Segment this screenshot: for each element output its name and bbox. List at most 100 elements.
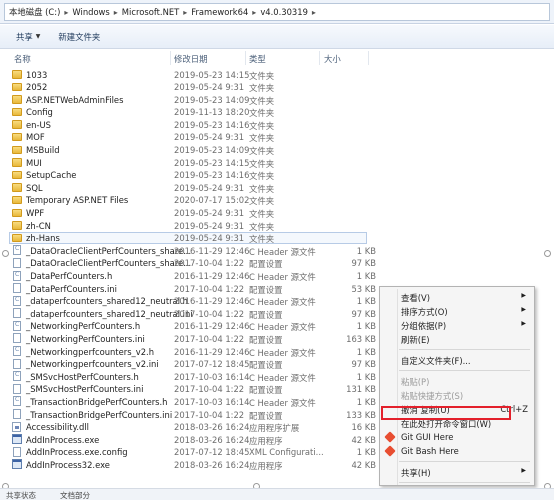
menu-item[interactable]: 自定义文件夹(F)... bbox=[382, 353, 532, 367]
file-name: 2052 bbox=[26, 82, 48, 93]
file-row[interactable]: MOF 2019-05-24 9:31 文件夹 bbox=[0, 131, 380, 144]
folder-icon bbox=[12, 208, 22, 218]
file-date: 2016-11-29 12:46 bbox=[174, 245, 250, 256]
file-name: Temporary ASP.NET Files bbox=[26, 195, 129, 206]
file-row[interactable]: _DataOracleClientPerfCounters_share...20… bbox=[0, 244, 380, 257]
file-date: 2019-05-23 14:15 bbox=[174, 69, 250, 80]
file-name: AddInProcess32.exe bbox=[26, 459, 110, 470]
column-name[interactable]: 名称 bbox=[14, 53, 31, 65]
file-date: 2019-05-23 14:15 bbox=[174, 157, 250, 168]
file-date: 2019-05-24 9:31 bbox=[174, 182, 245, 193]
file-date: 2017-07-12 18:45 bbox=[174, 359, 250, 370]
chevron-right-icon[interactable]: ▸ bbox=[64, 8, 68, 17]
menu-item[interactable]: Git Bash Here bbox=[382, 444, 532, 458]
file-row[interactable]: zh-Hans 2019-05-24 9:31 文件夹 bbox=[0, 231, 380, 245]
share-button[interactable]: 共享 ▼ bbox=[16, 31, 40, 43]
breadcrumb-item[interactable]: Microsoft.NET bbox=[122, 7, 179, 17]
selection-handle[interactable] bbox=[544, 250, 551, 257]
column-type[interactable]: 类型 bbox=[249, 53, 266, 65]
file-date: 2016-11-29 12:46 bbox=[174, 271, 250, 281]
file-row[interactable]: _SMSvcHostPerfCounters.ini 2017-10-04 1:2… bbox=[0, 383, 380, 396]
file-name: _TransactionBridgePerfCounters.h bbox=[26, 396, 168, 407]
file-date: 2016-11-29 12:46 bbox=[174, 346, 250, 357]
menu-item-label: 查看(V) bbox=[401, 293, 431, 303]
file-row[interactable]: _dataperfcounters_shared12_neutral.ini 20… bbox=[0, 307, 380, 320]
breadcrumb-item[interactable]: v4.0.30319 bbox=[260, 7, 308, 17]
file-size: 1 KB bbox=[356, 271, 376, 281]
column-date[interactable]: 修改日期 bbox=[174, 53, 208, 65]
file-row[interactable]: SQL 2019-05-24 9:31 文件夹 bbox=[0, 181, 380, 194]
file-row[interactable]: MSBuild 2019-05-23 14:09 文件夹 bbox=[0, 144, 380, 157]
file-size: 163 KB bbox=[346, 333, 376, 344]
menu-item[interactable]: 刷新(E) bbox=[382, 332, 532, 346]
file-row[interactable]: _NetworkingPerfCounters.ini 2017-10-04 1:… bbox=[0, 332, 380, 345]
menu-item-label: Git Bash Here bbox=[401, 446, 459, 456]
chevron-right-icon[interactable]: ▸ bbox=[252, 8, 256, 17]
selection-handle[interactable] bbox=[2, 250, 9, 257]
file-name: _DataPerfCounters.h bbox=[26, 271, 113, 281]
file-size: 97 KB bbox=[351, 258, 376, 269]
file-row[interactable]: Temporary ASP.NET Files 2020-07-17 15:02 文… bbox=[0, 194, 380, 207]
breadcrumb-item[interactable]: Framework64 bbox=[191, 7, 248, 17]
column-size[interactable]: 大小 bbox=[324, 53, 341, 65]
breadcrumb-item[interactable]: 本地磁盘 (C:) bbox=[9, 6, 60, 18]
file-size: 53 KB bbox=[351, 283, 376, 294]
menu-item[interactable]: 粘贴快捷方式(S) bbox=[382, 388, 532, 402]
new-folder-button[interactable]: 新建文件夹 bbox=[58, 31, 100, 43]
menu-item[interactable]: 粘贴(P) bbox=[382, 374, 532, 388]
chevron-right-icon[interactable]: ▸ bbox=[114, 8, 118, 17]
file-date: 2019-05-24 9:31 bbox=[174, 233, 245, 244]
file-row[interactable]: ASP.NETWebAdminFiles 2019-05-23 14:09 文件夹 bbox=[0, 93, 380, 106]
menu-item[interactable]: 分组依据(P) ▶ bbox=[382, 318, 532, 332]
file-row[interactable]: _DataPerfCounters.h2016-11-29 12:46C Hea… bbox=[0, 270, 380, 283]
file-row[interactable]: AddInProcess.exe 2018-03-26 16:24 应用程序 42 K… bbox=[0, 433, 380, 446]
file-size: 1 KB bbox=[356, 447, 376, 458]
file-date: 2019-05-23 14:09 bbox=[174, 145, 250, 156]
file-size: 97 KB bbox=[351, 359, 376, 370]
menu-item[interactable]: 共享(H) ▶ bbox=[382, 465, 532, 479]
file-row[interactable]: Accessibility.dll 2018-03-26 16:24 应用程序扩展 1… bbox=[0, 421, 380, 434]
file-date: 2019-05-24 9:31 bbox=[174, 208, 245, 219]
file-name: _DataOracleClientPerfCounters_share... bbox=[26, 258, 192, 269]
chevron-right-icon[interactable]: ▸ bbox=[312, 8, 316, 17]
file-row[interactable]: AddInProcess32.exe 2018-03-26 16:24 应用程序 42… bbox=[0, 458, 380, 471]
menu-item-label: 粘贴(P) bbox=[401, 377, 430, 387]
file-date: 2019-05-24 9:31 bbox=[174, 82, 245, 93]
c-header-file-icon bbox=[13, 270, 21, 281]
c-header-file-icon bbox=[13, 346, 21, 357]
menu-separator bbox=[399, 370, 530, 371]
menu-item[interactable]: 查看(V) ▶ bbox=[382, 290, 532, 304]
file-row[interactable]: WPF 2019-05-24 9:31 文件夹 bbox=[0, 207, 380, 220]
file-row[interactable]: 1033 2019-05-23 14:15 文件夹 bbox=[0, 68, 380, 81]
file-row[interactable]: SetupCache 2019-05-23 14:16 文件夹 bbox=[0, 169, 380, 182]
file-row[interactable]: _SMSvcHostPerfCounters.h 2017-10-03 16:14… bbox=[0, 370, 380, 383]
config-file-icon bbox=[13, 358, 21, 369]
address-bar[interactable]: 本地磁盘 (C:) ▸ Windows ▸ Microsoft.NET ▸ Framewor… bbox=[4, 3, 550, 21]
file-row[interactable]: _DataPerfCounters.ini 2017-10-04 1:22 配置设置… bbox=[0, 282, 380, 295]
file-size: 42 KB bbox=[351, 459, 376, 470]
file-row[interactable]: _Networkingperfcounters_v2.h 2016-11-29 1… bbox=[0, 345, 380, 358]
file-name: MSBuild bbox=[26, 145, 60, 156]
file-type: 应用程序 bbox=[249, 460, 283, 471]
file-date: 2019-05-24 9:31 bbox=[174, 132, 245, 143]
file-row[interactable]: _TransactionBridgePerfCounters.ini 2017-1… bbox=[0, 408, 380, 421]
file-row[interactable]: _TransactionBridgePerfCounters.h 2017-10-… bbox=[0, 395, 380, 408]
file-row[interactable]: en-US 2019-05-23 14:16 文件夹 bbox=[0, 118, 380, 131]
file-name: _SMSvcHostPerfCounters.h bbox=[26, 371, 139, 382]
file-row[interactable]: Config 2019-11-13 18:20 文件夹 bbox=[0, 106, 380, 119]
file-date: 2017-07-12 18:45 bbox=[174, 447, 250, 458]
file-row[interactable]: zh-CN 2019-05-24 9:31 文件夹 bbox=[0, 219, 380, 232]
file-row[interactable]: MUI 2019-05-23 14:15 文件夹 bbox=[0, 156, 380, 169]
file-name: _NetworkingPerfCounters.h bbox=[26, 321, 141, 332]
file-row[interactable]: 2052 2019-05-24 9:31 文件夹 bbox=[0, 81, 380, 94]
breadcrumb-item[interactable]: Windows bbox=[72, 7, 109, 17]
file-row[interactable]: _Networkingperfcounters_v2.ini 2017-07-12… bbox=[0, 358, 380, 371]
menu-item[interactable]: Git GUI Here bbox=[382, 430, 532, 444]
chevron-right-icon[interactable]: ▸ bbox=[183, 8, 187, 17]
file-row[interactable]: AddInProcess.exe.config 2017-07-12 18:45 X… bbox=[0, 446, 380, 459]
file-row[interactable]: _DataOracleClientPerfCounters_share...20… bbox=[0, 257, 380, 270]
file-row[interactable]: _dataperfcounters_shared12_neutral.h2016… bbox=[0, 295, 380, 308]
file-size: 1 KB bbox=[356, 321, 376, 332]
menu-item[interactable]: 排序方式(O) ▶ bbox=[382, 304, 532, 318]
file-row[interactable]: _NetworkingPerfCounters.h 2016-11-29 12:4… bbox=[0, 320, 380, 333]
